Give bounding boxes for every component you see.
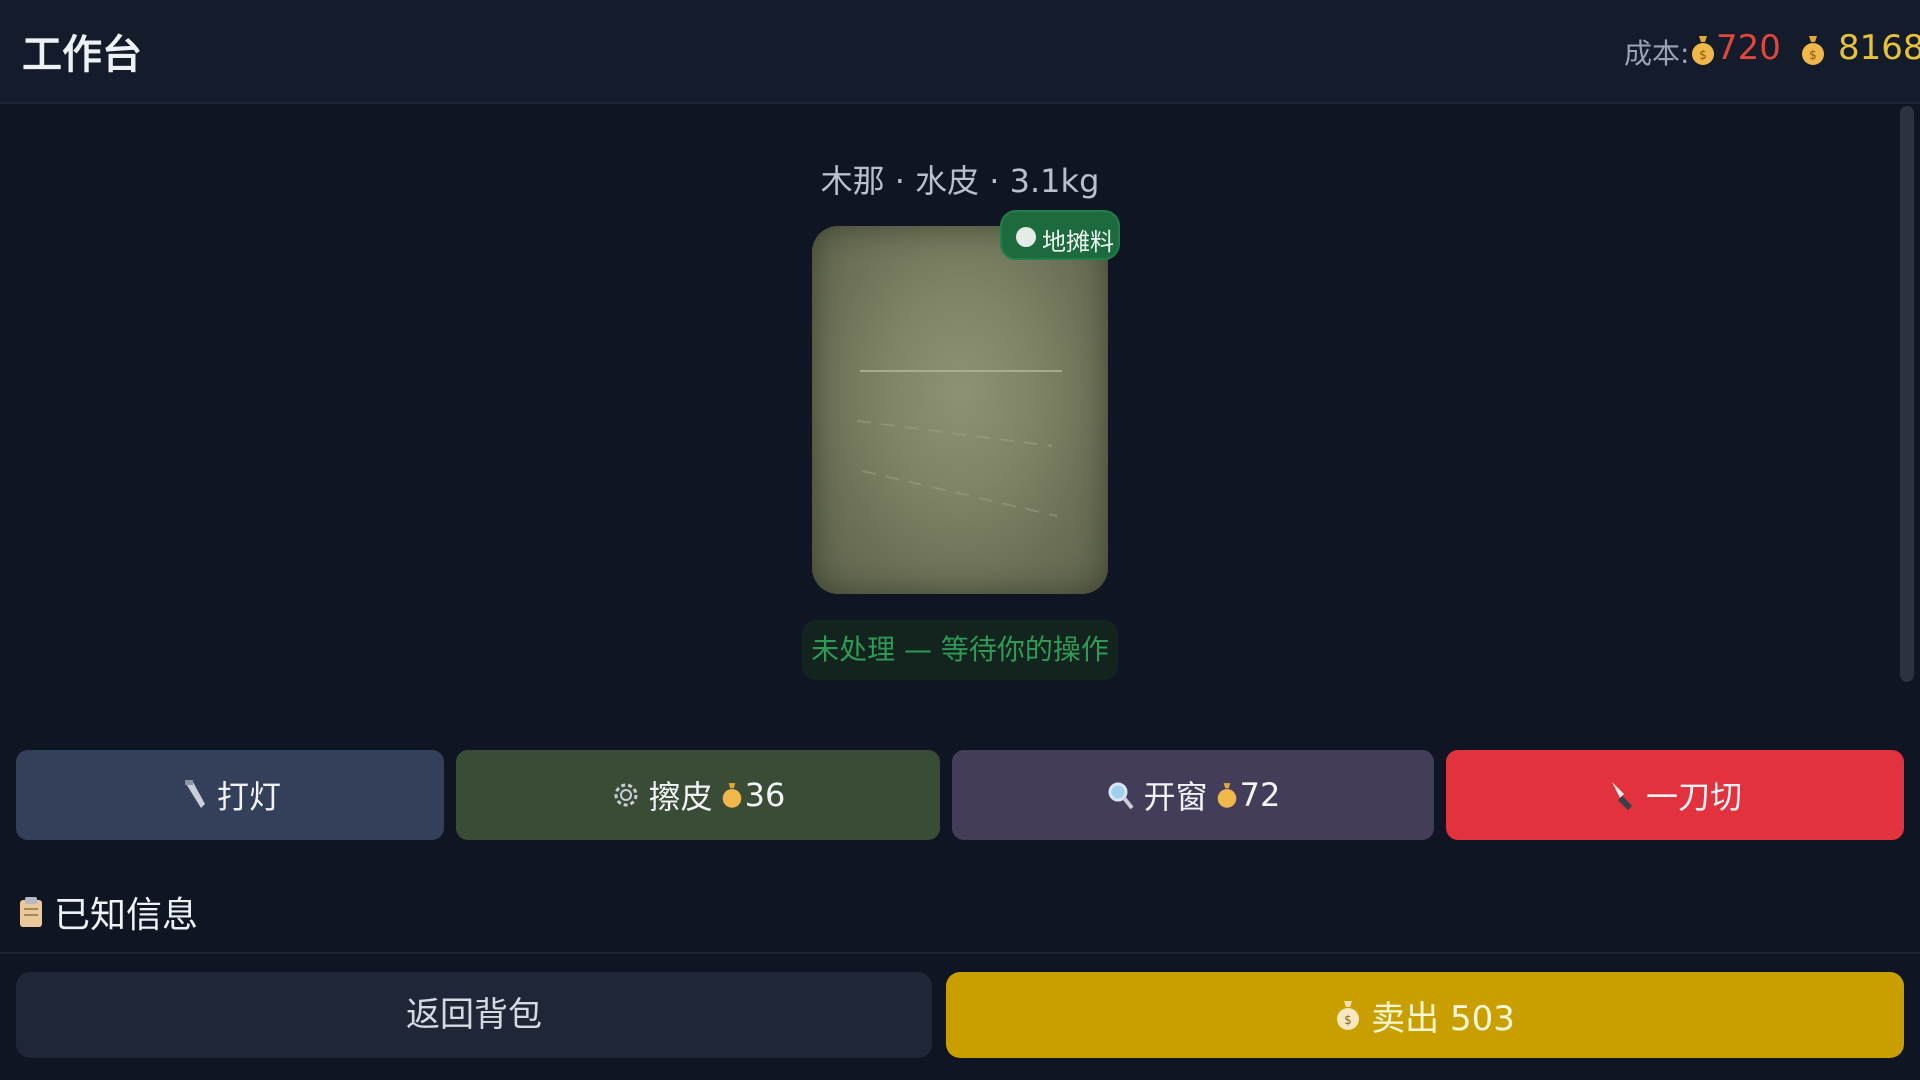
money-bag-icon — [1217, 783, 1236, 808]
magnifier-icon — [1108, 782, 1134, 810]
knife-icon — [1611, 782, 1633, 811]
peel-button-label: 擦皮 — [648, 778, 713, 816]
sell-button-label: 卖出 503 — [1371, 998, 1515, 1039]
svg-text:$: $ — [1699, 48, 1707, 62]
open-window-button[interactable]: 开窗 72 — [952, 750, 1434, 840]
sell-button[interactable]: $ 卖出 503 — [946, 972, 1904, 1058]
back-to-bag-button[interactable]: 返回背包 — [16, 972, 932, 1058]
one-cut-button-label: 一刀切 — [1645, 778, 1742, 816]
money-value: 8168 — [1838, 28, 1920, 68]
clipboard-icon — [20, 897, 42, 927]
cost-label: 成本: — [1624, 37, 1690, 70]
jade-stone[interactable] — [812, 226, 1108, 594]
open-window-button-label: 开窗 — [1143, 778, 1208, 816]
tag-label: 地摊料 — [1042, 228, 1114, 256]
light-button[interactable]: 打灯 — [16, 750, 444, 840]
money-bag-icon: $ — [1802, 36, 1824, 65]
money-bag-icon: $ — [1692, 36, 1714, 65]
open-window-button-cost: 72 — [1239, 776, 1281, 814]
known-info-heading: 已知信息 — [18, 886, 198, 938]
origin-tag: 地摊料 — [1000, 210, 1120, 260]
cost-value: 720 — [1716, 28, 1781, 68]
status-text: 未处理 — 等待你的操作 — [802, 620, 1118, 680]
light-button-label: 打灯 — [216, 778, 281, 816]
money-bag-icon: $ — [1337, 1001, 1360, 1030]
peel-button[interactable]: 擦皮 36 — [456, 750, 940, 840]
top-bar: 工作台 成本: $ 720 $ 8168 — [0, 0, 1920, 104]
stone-texture — [856, 370, 1062, 517]
peel-button-cost: 36 — [744, 776, 786, 814]
flashlight-icon — [184, 780, 205, 808]
scrollbar[interactable] — [1900, 106, 1914, 682]
svg-text:$: $ — [1344, 1013, 1352, 1027]
stone-title: 木那 · 水皮 · 3.1kg — [820, 162, 1100, 200]
gear-icon — [614, 783, 638, 807]
page-title: 工作台 — [22, 32, 142, 78]
svg-text:$: $ — [1809, 48, 1817, 62]
money-bag-icon — [722, 783, 741, 808]
known-info-label: 已知信息 — [54, 895, 199, 936]
one-cut-button[interactable]: 一刀切 — [1446, 750, 1904, 840]
stone-icon — [1016, 227, 1036, 247]
